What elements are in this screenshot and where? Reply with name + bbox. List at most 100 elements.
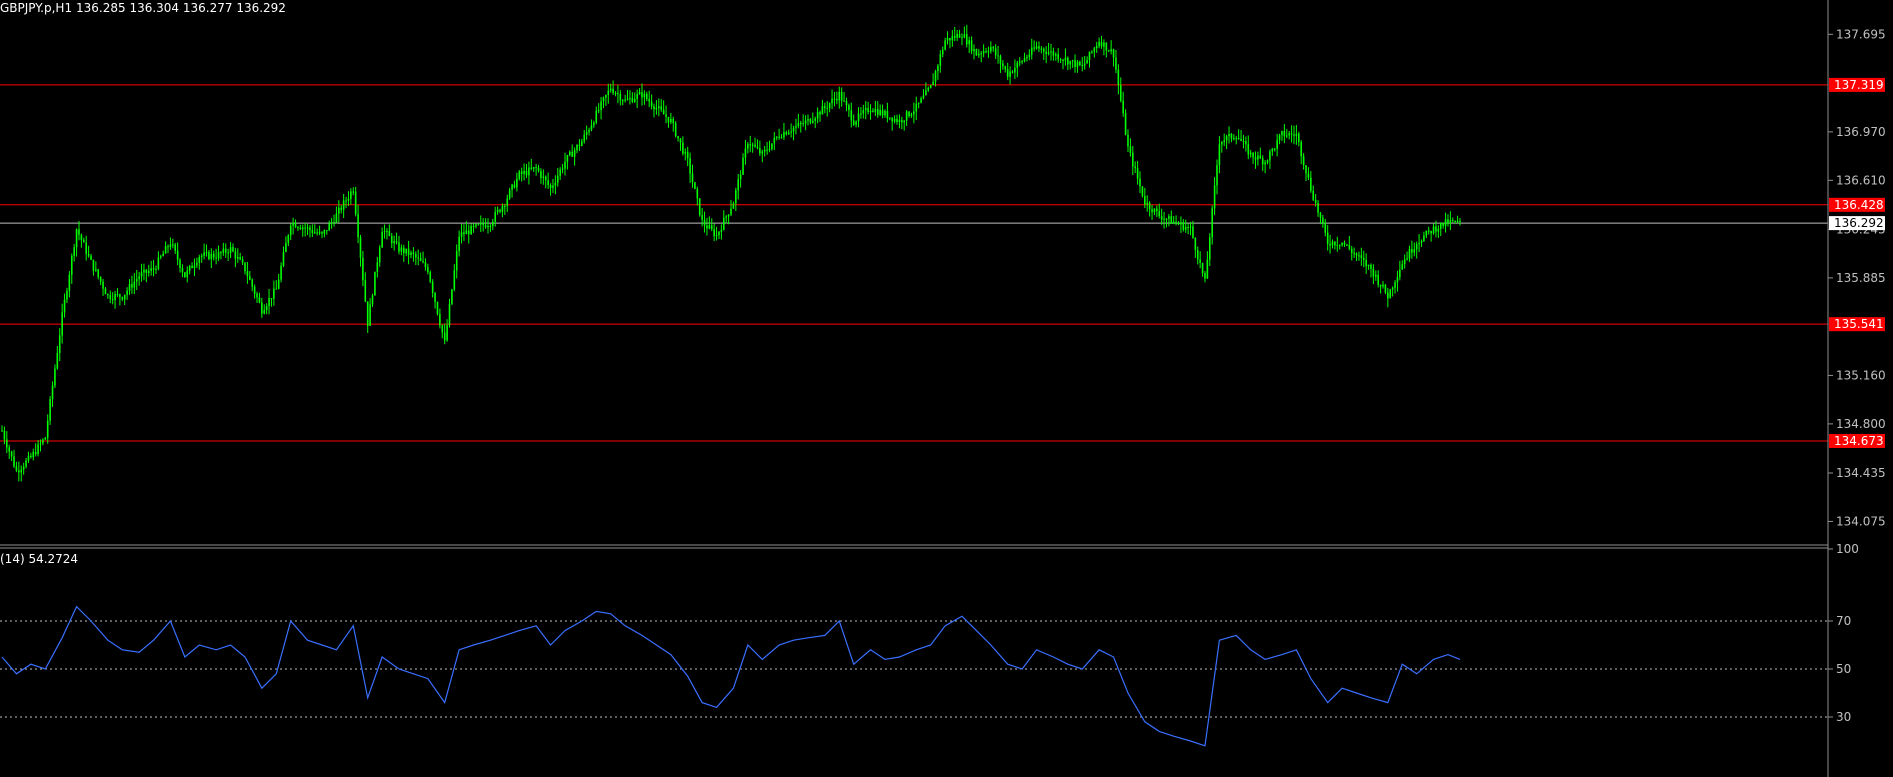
candle-body <box>658 106 660 108</box>
candle-body <box>453 270 456 290</box>
candle-body <box>39 443 42 445</box>
candle-body <box>292 222 294 226</box>
candle-body <box>508 189 511 199</box>
candle-body <box>297 227 299 229</box>
candle-body <box>80 234 83 241</box>
candle-body <box>1119 85 1122 101</box>
candle-body <box>1295 133 1298 136</box>
candle-body <box>605 95 607 98</box>
candle-body <box>3 430 6 440</box>
candle-body <box>1269 151 1271 161</box>
candle-body <box>123 294 126 300</box>
candle-body <box>239 256 241 260</box>
candle-body <box>672 118 675 124</box>
candle-body <box>1372 268 1375 277</box>
candle-body <box>1141 186 1144 197</box>
candle-body <box>1360 255 1363 259</box>
candle-body <box>1435 226 1437 232</box>
candle-body <box>1122 100 1124 114</box>
candle-body <box>802 123 804 125</box>
candle-body <box>164 246 167 254</box>
candle-body <box>965 34 968 45</box>
candle-body <box>326 230 328 232</box>
candle-body <box>715 235 718 237</box>
candle-body <box>614 92 617 94</box>
candle-body <box>1228 133 1230 137</box>
candle-body <box>119 294 121 298</box>
candle-body <box>1415 244 1418 250</box>
candle-body <box>869 110 872 113</box>
candle-body <box>280 265 282 280</box>
symbol-title: GBPJPY.p,H1 <box>0 1 72 15</box>
candle-body <box>1454 220 1456 223</box>
candle-body <box>18 470 20 473</box>
candle-body <box>446 325 448 341</box>
candle-body <box>181 268 184 273</box>
candle-body <box>268 298 270 307</box>
candle-body <box>540 171 542 178</box>
candle-body <box>778 136 780 138</box>
candle-body <box>1196 250 1199 260</box>
candle-body <box>944 40 946 50</box>
candle-body <box>901 119 903 123</box>
candle-body <box>415 254 417 258</box>
candle-body <box>249 276 251 280</box>
level-tag-label: 136.428 <box>1834 198 1884 212</box>
candle-body <box>1394 282 1396 288</box>
candle-body <box>1247 144 1250 155</box>
candle-body <box>393 241 395 244</box>
candle-body <box>1021 61 1023 63</box>
candle-body <box>898 119 901 123</box>
candle-body <box>1290 133 1293 135</box>
candle-body <box>626 98 629 100</box>
candle-body <box>475 224 477 227</box>
candle-body <box>1040 48 1043 50</box>
candle-body <box>879 109 881 115</box>
candle-body <box>6 439 8 448</box>
candle-body <box>1358 255 1360 257</box>
candle-body <box>653 106 655 110</box>
level-tag-label: 135.541 <box>1834 317 1884 331</box>
candle-body <box>1391 287 1394 290</box>
candle-body <box>1050 51 1052 53</box>
candle-body <box>222 248 225 253</box>
candle-body <box>34 451 37 455</box>
candle-body <box>455 251 458 271</box>
candle-body <box>785 132 788 135</box>
candle-body <box>706 225 708 229</box>
candle-body <box>1223 140 1226 143</box>
candle-body <box>42 439 44 444</box>
candle-body <box>345 200 347 202</box>
candle-body <box>109 295 112 300</box>
candle-body <box>359 237 362 258</box>
candle-body <box>107 294 109 296</box>
candle-body <box>1131 152 1134 167</box>
candle-body <box>304 227 306 229</box>
candle-body <box>961 37 963 39</box>
candle-body <box>1237 138 1240 140</box>
candle-body <box>980 53 983 55</box>
candle-body <box>378 247 381 263</box>
candle-body <box>761 151 764 154</box>
candle-body <box>645 93 648 100</box>
candle-body <box>1216 165 1218 186</box>
candle-body <box>159 256 162 258</box>
candle-body <box>1086 59 1088 64</box>
candle-body <box>236 256 239 259</box>
candle-body <box>405 248 407 254</box>
candle-body <box>759 148 761 154</box>
candle-body <box>838 91 841 101</box>
rsi-tick-label: 30 <box>1836 710 1851 724</box>
candle-body <box>703 219 706 226</box>
candle-body <box>828 103 831 108</box>
candle-body <box>814 118 817 121</box>
candle-body <box>150 268 152 271</box>
candle-body <box>402 247 405 254</box>
candle-body <box>467 230 470 235</box>
candle-body <box>1163 218 1165 220</box>
candle-body <box>258 297 261 303</box>
candle-body <box>352 191 355 193</box>
candle-body <box>1365 260 1367 267</box>
candle-body <box>1314 199 1317 203</box>
candle-body <box>812 120 814 123</box>
